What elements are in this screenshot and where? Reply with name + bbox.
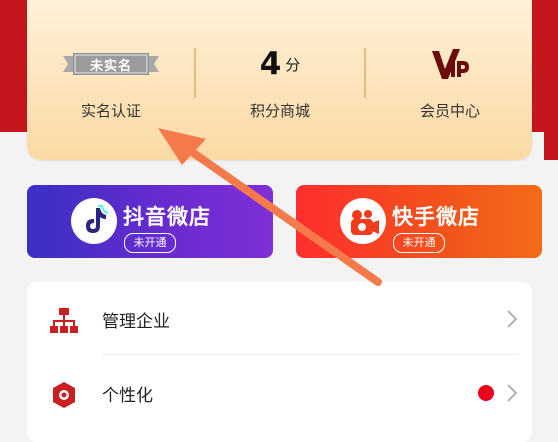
douyin-logo-icon: [71, 198, 117, 244]
vip-icon: [432, 49, 469, 79]
menu-label: 管理企业: [102, 311, 170, 332]
account-stats-card: 未实名 实名认证 4 分 积分商城 会员中心: [27, 0, 532, 160]
vip-center-label: 会员中心: [419, 102, 480, 120]
points-mall-label: 积分商城: [249, 102, 310, 120]
points-value: 4: [259, 46, 282, 82]
new-notification-dot: [478, 385, 494, 401]
douyin-status-pill: 未开通: [124, 233, 176, 253]
menu-label: 个性化: [102, 385, 153, 406]
chevron-right-icon: [507, 384, 518, 402]
unverified-badge: 未实名: [63, 51, 159, 77]
douyin-shop-card[interactable]: 抖音微店 未开通: [27, 185, 273, 258]
realname-verify-label: 实名认证: [80, 102, 141, 120]
vip-center-entry[interactable]: 会员中心: [366, 46, 534, 121]
unverified-label: 未实名: [89, 58, 132, 74]
douyin-shop-title: 抖音微店: [123, 205, 211, 229]
menu-item-manage-enterprise[interactable]: 管理企业: [27, 284, 532, 354]
points-mall-entry[interactable]: 4 分 积分商城: [196, 46, 364, 121]
points-unit: 分: [285, 55, 301, 74]
kuaishou-shop-card[interactable]: 快手微店 未开通: [296, 185, 542, 258]
menu-item-personalization[interactable]: 个性化: [27, 358, 532, 428]
org-chart-icon: [50, 308, 78, 333]
header-edge: [544, 0, 558, 160]
personalization-icon: [53, 382, 75, 408]
menu-divider: [102, 354, 518, 355]
settings-menu: 管理企业 个性化: [27, 282, 532, 442]
kuaishou-logo-icon: [340, 198, 386, 244]
chevron-right-icon: [507, 310, 518, 328]
kuaishou-shop-title: 快手微店: [392, 205, 480, 229]
realname-verify-entry[interactable]: 未实名 实名认证: [27, 46, 195, 121]
kuaishou-status-pill: 未开通: [393, 233, 445, 253]
